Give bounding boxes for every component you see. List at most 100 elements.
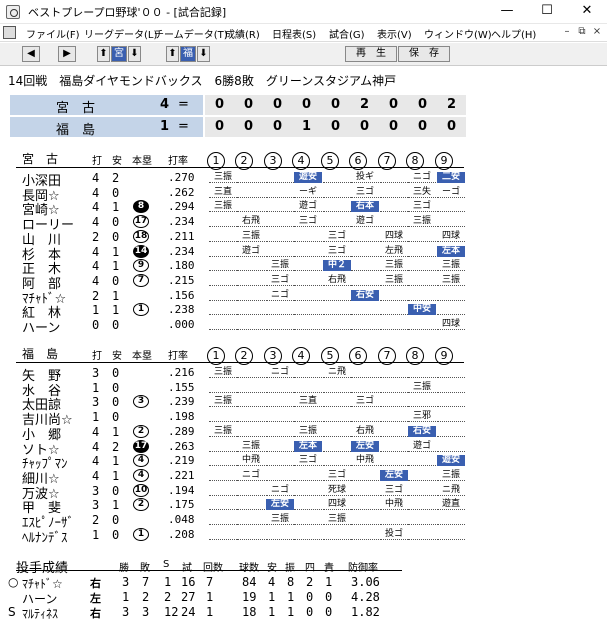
document-icon[interactable] xyxy=(3,26,16,39)
replay-button[interactable]: 再 生 xyxy=(345,46,397,62)
pitching-val: 2 xyxy=(142,590,150,604)
at-bat-cell xyxy=(266,231,294,242)
team2-select-button[interactable]: 福 xyxy=(180,46,196,62)
team2-up-button[interactable]: ⬆ xyxy=(166,46,179,62)
at-bat-cell xyxy=(380,426,408,437)
menu-view[interactable]: 表示(V) xyxy=(377,26,412,41)
hits: 1 xyxy=(112,200,120,215)
at-bats: 4 xyxy=(92,273,100,288)
at-bat-cell xyxy=(437,441,465,452)
menu-schedule[interactable]: 日程表(S) xyxy=(272,26,316,41)
at-bat-cell xyxy=(380,411,408,423)
at-bat-cell xyxy=(380,441,408,452)
batting-avg: .238 xyxy=(168,303,195,317)
hits: 1 xyxy=(112,424,120,439)
at-bat-cell xyxy=(266,201,294,213)
team1-select-button[interactable]: 宮 xyxy=(111,46,127,62)
at-bat-results: 右飛 三ゴ 遊ゴ 三振 xyxy=(204,214,465,228)
at-bat-results: 三振 遊ゴ 右本 三ゴ xyxy=(204,199,465,213)
batting-avg: .198 xyxy=(168,410,195,424)
at-bat-cell xyxy=(351,275,379,286)
scoreboard: 宮 古 4 = 000002002 福 島 1 = 000100000 xyxy=(10,95,466,139)
at-bat-cell: 左安 xyxy=(380,469,408,481)
pitching-val: 19 xyxy=(242,590,257,604)
at-bat-results: 遊ゴ 三ゴ 左飛 左本 xyxy=(204,244,465,258)
pitching-val: 1 xyxy=(287,590,295,604)
score-inning-cell: 0 xyxy=(437,117,466,137)
mdi-minimize-button[interactable]: – xyxy=(560,25,574,39)
at-bat-cell xyxy=(380,382,408,393)
pitcher-hand: 左 xyxy=(90,592,101,605)
at-bat-cell xyxy=(351,514,379,525)
at-bat-cell xyxy=(209,499,237,511)
player-row: 太田諒 3 0 3.239 三振 三直 三ゴ xyxy=(6,394,590,413)
prev-game-button[interactable]: ◀ xyxy=(22,46,40,62)
pitching-col: 勝 xyxy=(119,563,129,574)
at-bat-cell xyxy=(408,529,436,540)
pitcher-mark: S xyxy=(8,605,16,619)
at-bats: 1 xyxy=(92,303,100,318)
at-bat-cell: 右飛 xyxy=(323,275,351,286)
player-row: 紅 林 1 1 1.238 中安 xyxy=(6,302,590,321)
at-bat-results: ニゴ 三ゴ 左安 三振 xyxy=(204,468,465,482)
pitching-col: 防御率 xyxy=(348,563,378,574)
header-divider xyxy=(16,167,464,168)
menu-team-data[interactable]: チームデータ(T) xyxy=(154,26,228,41)
close-button[interactable]: ✕ xyxy=(567,0,607,24)
hits: 0 xyxy=(112,273,120,288)
at-bat-cell xyxy=(237,499,265,511)
menu-league-data[interactable]: リーグデータ(L) xyxy=(84,26,157,41)
at-bats: 2 xyxy=(92,288,100,303)
save-button[interactable]: 保 存 xyxy=(398,46,450,62)
at-bat-cell: 三振 xyxy=(323,514,351,525)
team1-up-button[interactable]: ⬆ xyxy=(97,46,110,62)
menu-file[interactable]: ファイル(F) xyxy=(26,26,80,41)
at-bat-cell xyxy=(380,455,408,467)
at-bat-cell xyxy=(323,319,351,330)
at-bat-cell: ーゴ xyxy=(437,187,465,198)
next-game-button[interactable]: ▶ xyxy=(58,46,76,62)
at-bat-cell xyxy=(209,382,237,393)
at-bats: 4 xyxy=(92,439,100,454)
pitching-col: S xyxy=(163,559,170,570)
at-bat-results: 三直 ーギ 三ゴ 三失 ーゴ xyxy=(204,185,465,199)
at-bat-results: 三振 xyxy=(204,380,465,394)
pitching-val: 1 xyxy=(287,605,295,619)
pitcher-hand: 右 xyxy=(90,577,101,590)
batting-header: 福 島打安本塁 打率 1 2 3 4 5 6 7 8 9 xyxy=(6,345,590,365)
at-bat-cell xyxy=(351,246,379,257)
mdi-restore-button[interactable]: ⧉ xyxy=(575,25,589,39)
mdi-close-button[interactable]: × xyxy=(590,25,604,39)
menu-game[interactable]: 試合(G) xyxy=(329,26,365,41)
at-bat-cell xyxy=(323,382,351,393)
player-row: 長岡☆ 4 0.262 三直 ーギ 三ゴ 三失 ーゴ xyxy=(6,185,590,204)
at-bat-cell: 三振 xyxy=(266,514,294,525)
at-bat-cell xyxy=(351,260,379,272)
at-bat-cell xyxy=(266,172,294,183)
team1-down-button[interactable]: ⬇ xyxy=(128,46,141,62)
at-bat-cell xyxy=(408,470,436,481)
at-bat-cell: 中飛 xyxy=(237,455,265,467)
col-hr: 本塁 xyxy=(132,351,152,362)
at-bat-cell: ニ飛 xyxy=(323,367,351,378)
hits: 0 xyxy=(112,318,120,332)
at-bat-cell xyxy=(266,246,294,257)
minimize-button[interactable]: — xyxy=(487,0,527,24)
at-bat-cell: 三振 xyxy=(209,172,237,183)
pitching-val: 1 xyxy=(268,590,276,604)
menu-window[interactable]: ウィンドウ(W) xyxy=(424,26,492,41)
menu-help[interactable]: ヘルプ(H) xyxy=(491,26,536,41)
player-row: ｴｽﾋﾟﾉｰｻﾞ 2 0.048 三振 三振 xyxy=(6,512,590,531)
at-bat-results: 左安 四球 中飛 遊直 xyxy=(204,497,465,511)
at-bat-cell xyxy=(294,470,322,481)
maximize-button[interactable]: ☐ xyxy=(527,0,567,24)
at-bat-cell: 三振 xyxy=(209,201,237,213)
menu-stats[interactable]: 成績(R) xyxy=(225,26,260,41)
hits: 2 xyxy=(112,171,120,185)
at-bat-cell: 左本 xyxy=(294,440,322,452)
at-bat-cell xyxy=(294,260,322,272)
at-bats: 4 xyxy=(92,200,100,215)
team2-down-button[interactable]: ⬇ xyxy=(197,46,210,62)
at-bat-cell: 右本 xyxy=(351,201,379,213)
at-bat-cell: 三振 xyxy=(209,426,237,437)
